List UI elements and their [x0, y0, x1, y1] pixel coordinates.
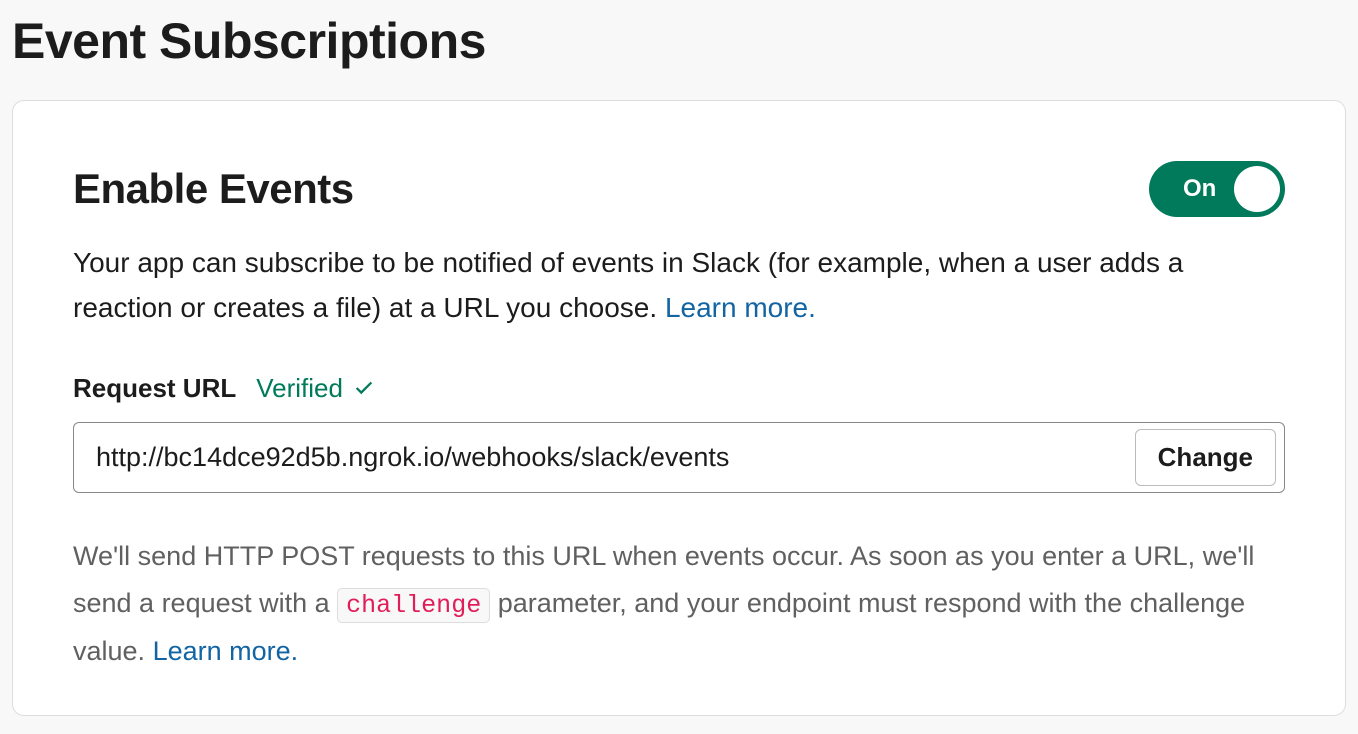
enable-events-description: Your app can subscribe to be notified of…	[73, 241, 1285, 331]
description-text: Your app can subscribe to be notified of…	[73, 247, 1183, 323]
toggle-label: On	[1183, 175, 1216, 203]
request-url-input-row: http://bc14dce92d5b.ngrok.io/webhooks/sl…	[73, 422, 1285, 493]
toggle-knob	[1234, 166, 1280, 212]
enable-events-toggle[interactable]: On	[1149, 161, 1285, 217]
request-url-label-row: Request URL Verified	[73, 373, 1285, 404]
check-icon	[353, 377, 375, 399]
help-learn-more-link[interactable]: Learn more.	[153, 636, 299, 666]
card-title: Enable Events	[73, 165, 354, 213]
enable-events-card: Enable Events On Your app can subscribe …	[12, 100, 1346, 716]
learn-more-link[interactable]: Learn more.	[665, 292, 816, 323]
verified-status: Verified	[256, 373, 375, 404]
request-url-label: Request URL	[73, 373, 236, 404]
challenge-code: challenge	[337, 588, 490, 623]
page-title: Event Subscriptions	[12, 12, 1346, 70]
card-header: Enable Events On	[73, 161, 1285, 217]
verified-text: Verified	[256, 373, 343, 404]
change-button[interactable]: Change	[1135, 429, 1276, 486]
request-url-help: We'll send HTTP POST requests to this UR…	[73, 533, 1285, 675]
request-url-value: http://bc14dce92d5b.ngrok.io/webhooks/sl…	[96, 429, 1135, 486]
